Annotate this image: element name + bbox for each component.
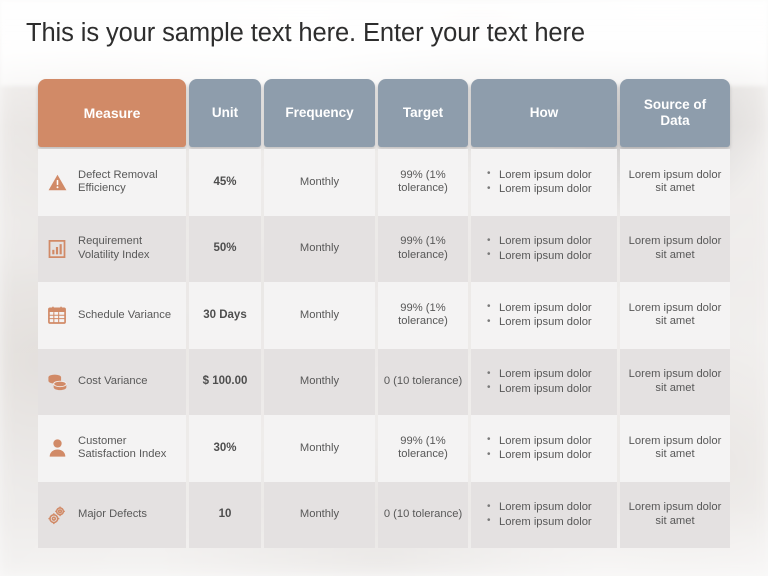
cell-unit: 10 <box>189 481 261 548</box>
list-item: Lorem ipsum dolor <box>487 182 592 197</box>
measure-label: Defect Removal Efficiency <box>78 168 158 195</box>
list-item: Lorem ipsum dolor <box>487 500 592 515</box>
cell-target: 99% (1% tolerance) <box>378 149 468 216</box>
slide-canvas: This is your sample text here. Enter you… <box>0 0 768 576</box>
cell-measure: Requirement Volatility Index <box>38 215 186 282</box>
cell-how: Lorem ipsum dolorLorem ipsum dolor <box>471 415 617 482</box>
how-bullet-list: Lorem ipsum dolorLorem ipsum dolor <box>487 367 592 396</box>
cell-source: Lorem ipsum dolor sit amet <box>620 215 730 282</box>
cell-frequency: Monthly <box>264 149 375 216</box>
list-item: Lorem ipsum dolor <box>487 167 592 183</box>
cell-frequency: Monthly <box>264 215 375 282</box>
cell-target: 99% (1% tolerance) <box>378 282 468 349</box>
list-item: Lorem ipsum dolor <box>487 234 592 249</box>
how-bullet-list: Lorem ipsum dolorLorem ipsum dolor <box>487 500 592 529</box>
coins-stack-icon <box>44 369 70 395</box>
table-row[interactable]: Cost Variance $ 100.00 Monthly 0 (10 tolera… <box>38 348 730 415</box>
cell-unit: 50% <box>189 215 261 282</box>
table-row[interactable]: Major Defects 10Monthly0 (10 tolerance) Lo… <box>38 481 730 548</box>
how-bullet-list: Lorem ipsum dolorLorem ipsum dolor <box>487 234 592 263</box>
cell-target: 99% (1% tolerance) <box>378 415 468 482</box>
cell-target: 0 (10 tolerance) <box>378 348 468 415</box>
column-header-measure[interactable]: Measure <box>38 79 186 147</box>
list-item: Lorem ipsum dolor <box>487 514 592 530</box>
cell-how: Lorem ipsum dolorLorem ipsum dolor <box>471 149 617 216</box>
cell-source: Lorem ipsum dolor sit amet <box>620 415 730 482</box>
column-header-unit[interactable]: Unit <box>189 79 261 147</box>
cell-measure: Defect Removal Efficiency <box>38 149 186 216</box>
cell-unit: 45% <box>189 149 261 216</box>
table-row[interactable]: Requirement Volatility Index 50% Monthly 99… <box>38 215 730 282</box>
cell-unit: $ 100.00 <box>189 348 261 415</box>
measure-label: Requirement Volatility Index <box>78 235 150 261</box>
cell-measure: Customer Satisfaction Index <box>38 415 186 482</box>
warning-triangle-icon <box>44 169 70 195</box>
cell-how: Lorem ipsum dolorLorem ipsum dolor <box>471 215 617 282</box>
cell-measure: Cost Variance <box>38 348 186 415</box>
cell-source: Lorem ipsum dolor sit amet <box>620 149 730 216</box>
list-item: Lorem ipsum dolor <box>487 433 592 449</box>
column-header-target[interactable]: Target <box>378 79 468 147</box>
table-header-row: Measure Unit Frequency Target How Source of D… <box>38 79 730 147</box>
cell-unit: 30% <box>189 415 261 482</box>
kpi-table: Measure Unit Frequency Target How Source of D… <box>38 79 730 548</box>
column-header-frequency[interactable]: Frequency <box>264 79 375 147</box>
measure-label: Schedule Variance <box>78 308 172 321</box>
how-bullet-list: Lorem ipsum dolorLorem ipsum dolor <box>487 433 592 463</box>
cell-unit: 30 Days <box>189 282 261 349</box>
cell-frequency: Monthly <box>264 415 375 482</box>
list-item: Lorem ipsum dolor <box>487 300 592 316</box>
cell-target: 99% (1% tolerance) <box>378 215 468 282</box>
cell-source: Lorem ipsum dolor sit amet <box>620 348 730 415</box>
measure-label: Customer Satisfaction Index <box>78 434 167 461</box>
list-item: Lorem ipsum dolor <box>487 448 592 463</box>
column-header-how[interactable]: How <box>471 79 617 147</box>
measure-label: Cost Variance <box>78 375 148 387</box>
cell-how: Lorem ipsum dolorLorem ipsum dolor <box>471 348 617 415</box>
cell-frequency: Monthly <box>264 282 375 349</box>
cell-source: Lorem ipsum dolor sit amet <box>620 481 730 548</box>
table-row[interactable]: Schedule Variance 30 Days Monthly 99% (1% t… <box>38 282 730 349</box>
person-icon <box>44 435 70 461</box>
table-row[interactable]: Customer Satisfaction Index 30% Monthly 99%… <box>38 415 730 482</box>
cell-how: Lorem ipsum dolorLorem ipsum dolor <box>471 282 617 349</box>
how-bullet-list: Lorem ipsum dolorLorem ipsum dolor <box>487 300 592 330</box>
list-item: Lorem ipsum dolor <box>487 248 592 264</box>
table-row[interactable]: Defect Removal Efficiency 45% Monthly 99% (… <box>38 149 730 216</box>
cell-target: 0 (10 tolerance) <box>378 481 468 548</box>
page-title: This is your sample text here. Enter you… <box>26 19 585 47</box>
cell-frequency: Monthly <box>264 348 375 415</box>
gears-icon <box>44 502 70 528</box>
cell-measure: Schedule Variance <box>38 282 186 349</box>
list-item: Lorem ipsum dolor <box>487 367 592 382</box>
cell-frequency: Monthly <box>264 481 375 548</box>
column-header-source[interactable]: Source of Data <box>620 79 730 147</box>
bar-chart-icon <box>44 236 70 262</box>
calendar-icon <box>44 302 70 328</box>
list-item: Lorem ipsum dolor <box>487 381 592 397</box>
how-bullet-list: Lorem ipsum dolorLorem ipsum dolor <box>487 167 592 197</box>
table-body: Defect Removal Efficiency 45% Monthly 99% (… <box>38 149 730 548</box>
cell-source: Lorem ipsum dolor sit amet <box>620 282 730 349</box>
list-item: Lorem ipsum dolor <box>487 315 592 330</box>
measure-label: Major Defects <box>78 508 148 520</box>
cell-how: Lorem ipsum dolorLorem ipsum dolor <box>471 481 617 548</box>
cell-measure: Major Defects <box>38 481 186 548</box>
